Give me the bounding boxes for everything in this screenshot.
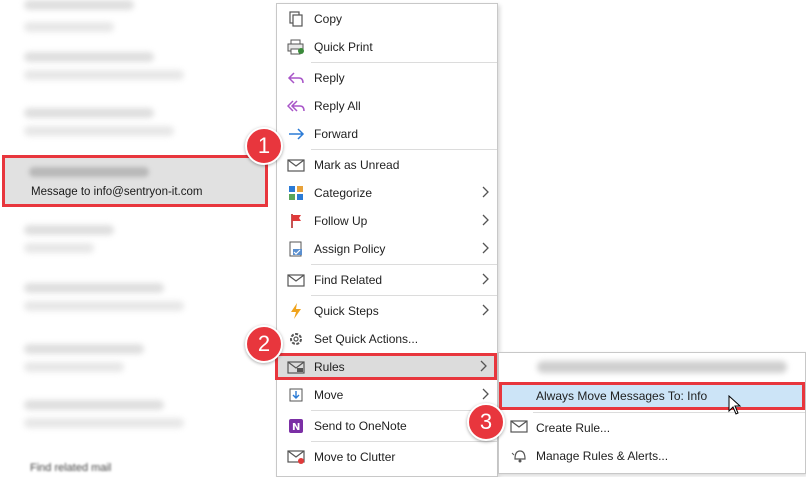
list-item[interactable] [24,301,184,311]
reply-all-icon [287,97,305,115]
list-item[interactable] [24,70,184,80]
list-item[interactable] [24,283,164,293]
gear-icon [287,330,305,348]
sender-name [29,167,149,177]
menu-item-reply[interactable]: Reply [277,64,497,91]
categorize-icon [287,184,305,202]
menu-item-label: Mark as Unread [314,157,400,172]
menu-item-follow-up[interactable]: Follow Up [277,207,497,234]
menu-item-label: Set Quick Actions... [314,331,419,346]
menu-item-send-to-onenote[interactable]: N Send to OneNote [277,412,497,439]
chevron-right-icon [480,360,487,372]
menu-separator [311,62,497,63]
menu-item-forward[interactable]: Forward [277,120,497,147]
menu-separator [311,295,497,296]
menu-item-label: Move to Clutter [314,449,396,464]
menu-item-label: Assign Policy [314,241,386,256]
list-item[interactable] [24,418,184,428]
list-item[interactable] [24,108,154,118]
list-item[interactable] [24,126,174,136]
list-item[interactable] [24,362,124,372]
selected-message[interactable]: Message to info@sentryon-it.com [2,155,268,207]
copy-icon [287,10,305,28]
step-badge-2: 2 [245,325,283,363]
menu-item-move-to-clutter[interactable]: Move to Clutter [277,443,497,470]
chevron-right-icon [482,388,489,400]
move-icon [287,386,305,404]
menu-item-quick-steps[interactable]: Quick Steps [277,297,497,324]
rules-icon [287,358,305,376]
list-item[interactable] [24,52,154,62]
menu-item-label: Follow Up [314,213,368,228]
list-item[interactable] [24,225,114,235]
message-subject: Message to info@sentryon-it.com [31,186,203,198]
onenote-icon: N [287,417,305,435]
menu-item-move[interactable]: Move [277,381,497,408]
menu-item-label: Find Related [314,272,383,287]
chevron-right-icon [482,273,489,285]
submenu-item-label: Manage Rules & Alerts... [536,449,669,463]
menu-item-label: Send to OneNote [314,418,407,433]
menu-item-quick-print[interactable]: Quick Print [277,33,497,60]
reply-icon [287,69,305,87]
create-rule-icon [510,419,528,437]
menu-separator [533,412,805,413]
print-icon [287,38,305,56]
menu-item-label: Copy [314,11,343,26]
menu-separator [311,149,497,150]
bell-icon [510,447,528,465]
list-item[interactable] [24,22,114,32]
list-item[interactable] [24,243,94,253]
list-item[interactable] [24,0,134,10]
menu-item-categorize[interactable]: Categorize [277,179,497,206]
menu-item-set-quick-actions[interactable]: Set Quick Actions... [277,325,497,352]
chevron-right-icon [482,214,489,226]
menu-item-label: Reply All [314,98,361,113]
lightning-icon [287,302,305,320]
submenu-item-create-rule[interactable]: Create Rule... [499,414,805,442]
find-related-icon [287,271,305,289]
menu-item-reply-all[interactable]: Reply All [277,92,497,119]
menu-item-label: Quick Print [314,39,373,54]
chevron-right-icon [482,186,489,198]
step-badge-3: 3 [467,403,505,441]
mouse-cursor-icon [728,395,742,415]
forward-icon [287,125,305,143]
menu-item-label: Categorize [314,185,373,200]
policy-icon [287,240,305,258]
menu-item-copy[interactable]: Copy [277,5,497,32]
context-menu: Copy Quick Print Reply Reply All Forward… [275,3,498,477]
menu-item-label: Rules [314,359,345,374]
menu-separator [311,264,497,265]
menu-item-label: Move [314,387,344,402]
list-footer-text: Find related mail [30,462,112,474]
envelope-icon [287,156,305,174]
menu-separator [311,441,497,442]
submenu-item-label: Always Move Messages To: Info [536,389,708,403]
submenu-item-always-move[interactable]: Always Move Messages To: Info [499,382,805,410]
list-item[interactable] [24,400,164,410]
menu-item-label: Quick Steps [314,303,379,318]
menu-item-rules[interactable]: Rules [275,353,497,380]
list-item[interactable] [24,344,144,354]
menu-item-assign-policy[interactable]: Assign Policy [277,235,497,262]
menu-item-label: Forward [314,126,359,141]
message-list [0,0,275,474]
menu-item-mark-unread[interactable]: Mark as Unread [277,151,497,178]
svg-text:N: N [292,422,300,433]
flag-icon [287,212,305,230]
step-badge-1: 1 [245,127,283,165]
chevron-right-icon [482,304,489,316]
menu-item-label: Reply [314,70,345,85]
submenu-item-manage-rules[interactable]: Manage Rules & Alerts... [499,442,805,470]
submenu-item-label: Create Rule... [536,421,611,435]
menu-item-find-related[interactable]: Find Related [277,266,497,293]
clutter-icon [287,448,305,466]
rules-submenu: Always Move Messages To: Info Create Rul… [498,352,806,474]
submenu-blurred-item[interactable] [537,361,787,373]
chevron-right-icon [482,242,489,254]
